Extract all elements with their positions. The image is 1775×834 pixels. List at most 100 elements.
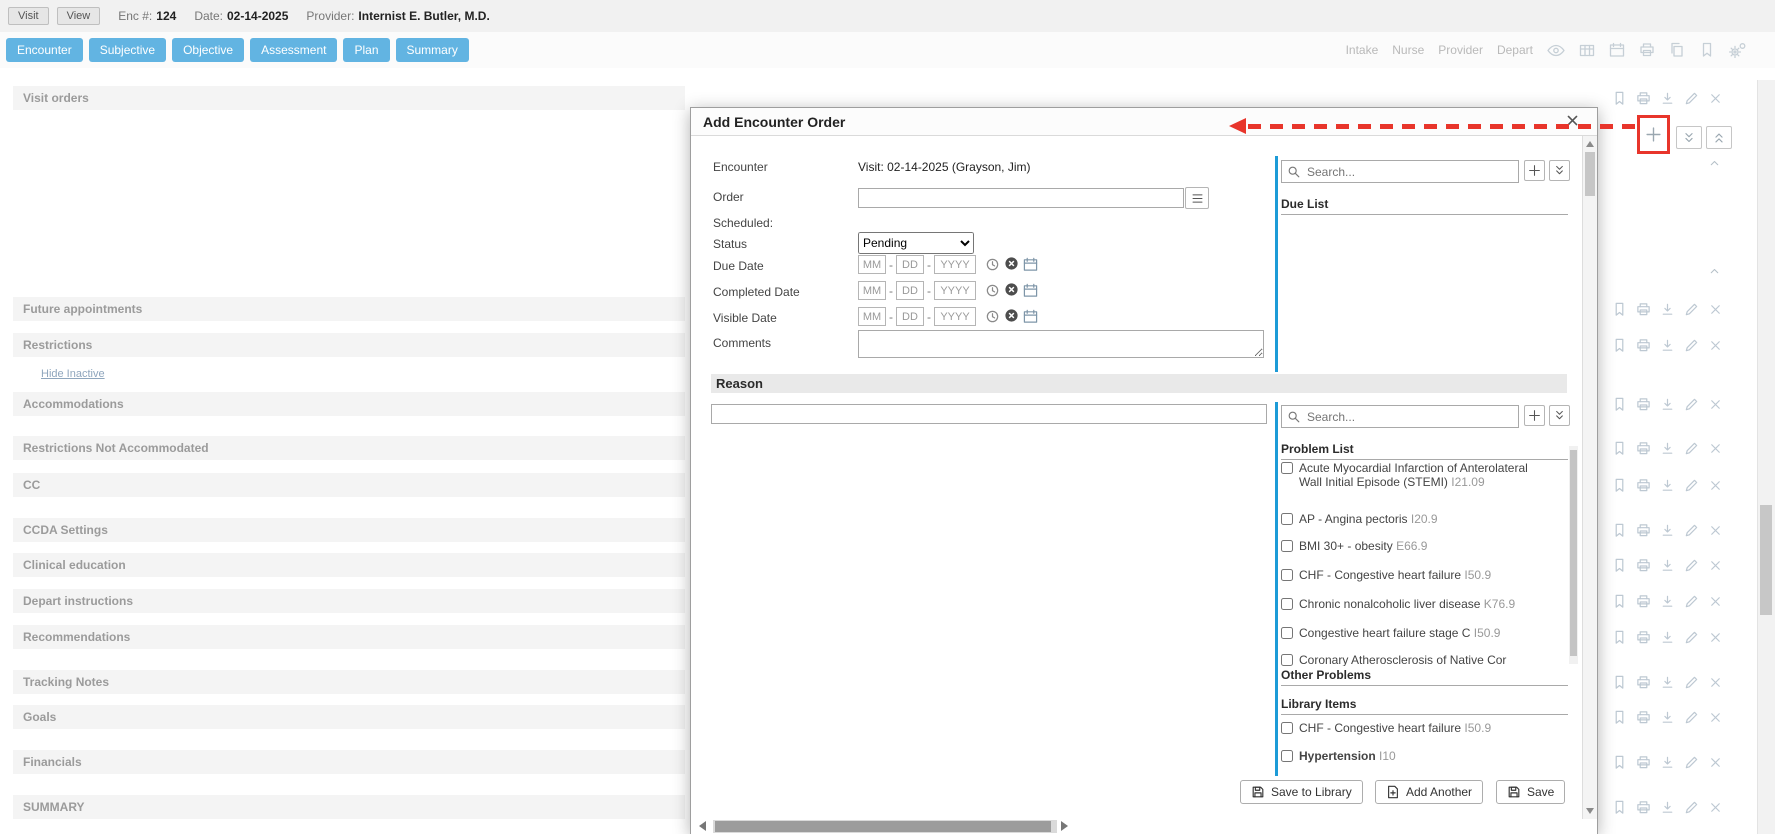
remove-icon[interactable] <box>1708 800 1723 815</box>
download-icon[interactable] <box>1660 302 1675 317</box>
remove-icon[interactable] <box>1708 675 1723 690</box>
bookmark-icon[interactable] <box>1612 630 1627 645</box>
completed-yyyy-input[interactable] <box>934 281 976 300</box>
completed-mm-input[interactable] <box>858 281 886 300</box>
pencil-icon[interactable] <box>1684 478 1699 493</box>
problem-list-scrollbar[interactable] <box>1569 446 1578 664</box>
download-icon[interactable] <box>1660 755 1675 770</box>
completed-dd-input[interactable] <box>896 281 924 300</box>
problem-checkbox[interactable] <box>1281 513 1293 525</box>
problem-item[interactable]: Congestive heart failure stage C I50.9 <box>1281 626 1559 640</box>
order-lookup-button[interactable] <box>1185 187 1209 209</box>
order-input[interactable] <box>858 188 1184 208</box>
problem-checkbox[interactable] <box>1281 569 1293 581</box>
printer-icon[interactable] <box>1636 302 1651 317</box>
due-search-input[interactable] <box>1305 164 1518 180</box>
bookmark-icon[interactable] <box>1612 523 1627 538</box>
section-goals[interactable]: Goals <box>13 705 685 729</box>
download-icon[interactable] <box>1660 397 1675 412</box>
visit-tab[interactable]: Visit <box>8 7 49 25</box>
due-dd-input[interactable] <box>896 255 924 274</box>
section-tracking-notes[interactable]: Tracking Notes <box>13 670 685 694</box>
pencil-icon[interactable] <box>1684 630 1699 645</box>
section-accommodations[interactable]: Accommodations <box>13 392 685 416</box>
clock-icon[interactable] <box>985 257 1000 272</box>
intake-button[interactable]: Intake <box>1346 43 1379 57</box>
provider-button[interactable]: Provider <box>1438 43 1483 57</box>
printer-icon[interactable] <box>1636 710 1651 725</box>
pencil-icon[interactable] <box>1684 302 1699 317</box>
remove-icon[interactable] <box>1708 630 1723 645</box>
pencil-icon[interactable] <box>1684 594 1699 609</box>
add-due-button[interactable] <box>1524 160 1545 181</box>
remove-icon[interactable] <box>1708 710 1723 725</box>
tab-summary[interactable]: Summary <box>396 38 469 62</box>
remove-icon[interactable] <box>1708 302 1723 317</box>
calendar-icon[interactable] <box>1023 309 1038 324</box>
pencil-icon[interactable] <box>1684 755 1699 770</box>
printer-icon[interactable] <box>1639 42 1655 58</box>
printer-icon[interactable] <box>1636 91 1651 106</box>
printer-icon[interactable] <box>1636 800 1651 815</box>
expand-problem-button[interactable] <box>1549 405 1570 426</box>
section-financials[interactable]: Financials <box>13 750 685 774</box>
bookmark-icon[interactable] <box>1612 338 1627 353</box>
clear-icon[interactable] <box>1004 308 1019 326</box>
problem-checkbox[interactable] <box>1281 462 1293 474</box>
tab-encounter[interactable]: Encounter <box>6 38 83 62</box>
eye-icon[interactable] <box>1547 44 1565 57</box>
bookmark-icon[interactable] <box>1612 441 1627 456</box>
clear-icon[interactable] <box>1004 256 1019 274</box>
problem-checkbox[interactable] <box>1281 654 1293 666</box>
problem-item-clipped[interactable]: Coronary Atherosclerosis of Native Cor <box>1281 653 1559 666</box>
calendar-icon[interactable] <box>1023 257 1038 272</box>
copy-icon[interactable] <box>1669 42 1685 58</box>
download-icon[interactable] <box>1660 800 1675 815</box>
add-problem-button[interactable] <box>1524 405 1545 426</box>
scroll-right-icon[interactable] <box>1061 821 1068 831</box>
visible-mm-input[interactable] <box>858 307 886 326</box>
remove-icon[interactable] <box>1708 441 1723 456</box>
tab-plan[interactable]: Plan <box>343 38 389 62</box>
dialog-hscrollbar[interactable] <box>691 819 1597 834</box>
view-tab[interactable]: View <box>57 7 101 25</box>
pencil-icon[interactable] <box>1684 397 1699 412</box>
add-another-button[interactable]: Add Another <box>1375 780 1483 804</box>
problem-item[interactable]: AP - Angina pectoris I20.9 <box>1281 512 1559 526</box>
section-summary[interactable]: SUMMARY <box>13 795 685 819</box>
tab-objective[interactable]: Objective <box>172 38 244 62</box>
due-search[interactable] <box>1281 160 1519 183</box>
bookmark-icon[interactable] <box>1612 302 1627 317</box>
comments-textarea[interactable] <box>858 330 1264 358</box>
collapse-all-button[interactable] <box>1706 126 1732 149</box>
printer-icon[interactable] <box>1636 397 1651 412</box>
clock-icon[interactable] <box>985 309 1000 324</box>
library-item[interactable]: CHF - Congestive heart failure I50.9 <box>1281 721 1559 735</box>
scrollbar-thumb[interactable] <box>1585 152 1595 196</box>
pencil-icon[interactable] <box>1684 558 1699 573</box>
section-visit-orders[interactable]: Visit orders <box>13 86 685 110</box>
pencil-icon[interactable] <box>1684 675 1699 690</box>
depart-button[interactable]: Depart <box>1497 43 1533 57</box>
calendar-icon[interactable] <box>1609 42 1625 58</box>
pencil-icon[interactable] <box>1684 710 1699 725</box>
printer-icon[interactable] <box>1636 558 1651 573</box>
dialog-scrollbar[interactable] <box>1582 136 1597 819</box>
reason-input[interactable] <box>711 404 1267 424</box>
expand-all-button[interactable] <box>1676 126 1702 149</box>
scroll-down-icon[interactable] <box>1586 808 1594 814</box>
download-icon[interactable] <box>1660 441 1675 456</box>
problem-item[interactable]: CHF - Congestive heart failure I50.9 <box>1281 568 1559 582</box>
section-future-appointments[interactable]: Future appointments <box>13 297 685 321</box>
bookmark-icon[interactable] <box>1612 675 1627 690</box>
printer-icon[interactable] <box>1636 675 1651 690</box>
section-depart-instructions[interactable]: Depart instructions <box>13 589 685 613</box>
download-icon[interactable] <box>1660 675 1675 690</box>
download-icon[interactable] <box>1660 558 1675 573</box>
printer-icon[interactable] <box>1636 630 1651 645</box>
download-icon[interactable] <box>1660 594 1675 609</box>
scrollbar-thumb[interactable] <box>1570 450 1577 656</box>
download-icon[interactable] <box>1660 630 1675 645</box>
printer-icon[interactable] <box>1636 755 1651 770</box>
hide-inactive-link[interactable]: Hide Inactive <box>41 368 105 380</box>
